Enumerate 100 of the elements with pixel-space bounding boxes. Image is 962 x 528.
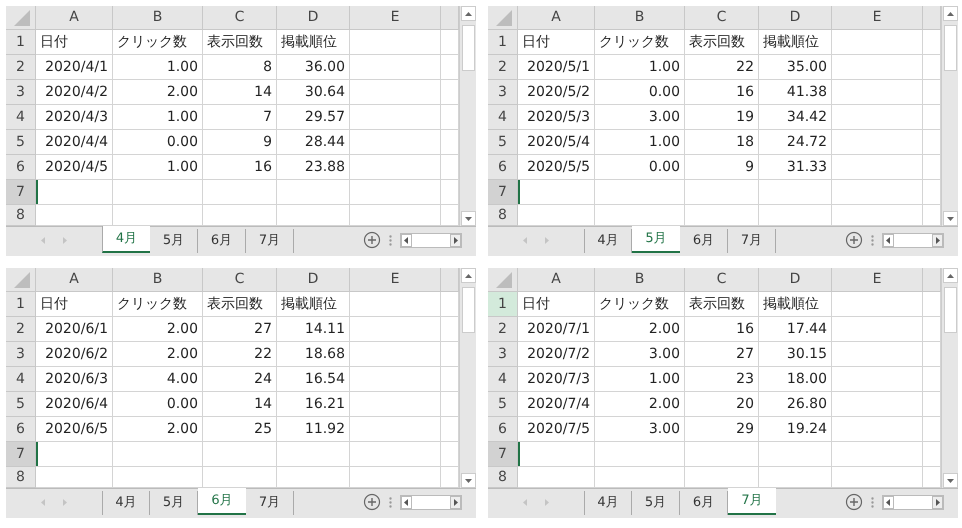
column-header[interactable]: E xyxy=(350,6,441,30)
scroll-left-button[interactable] xyxy=(883,496,894,508)
column-header[interactable]: D xyxy=(277,268,350,292)
scroll-down-button[interactable] xyxy=(460,473,476,488)
column-header[interactable]: C xyxy=(203,6,277,30)
row-header[interactable]: 4 xyxy=(6,367,36,392)
row-header[interactable]: 5 xyxy=(6,130,36,155)
column-header[interactable]: A xyxy=(36,6,113,30)
row-header[interactable]: 7 xyxy=(488,442,518,467)
horizontal-scrollbar[interactable] xyxy=(400,232,462,248)
column-header[interactable]: D xyxy=(277,6,350,30)
row-header[interactable]: 6 xyxy=(6,417,36,442)
splitter-handle-icon[interactable] xyxy=(871,496,874,508)
scroll-right-button[interactable] xyxy=(932,234,943,246)
row-header[interactable]: 3 xyxy=(6,80,36,105)
row-header[interactable]: 5 xyxy=(488,130,518,155)
scroll-left-button[interactable] xyxy=(401,496,412,508)
row-header[interactable]: 5 xyxy=(6,392,36,417)
row-header[interactable]: 5 xyxy=(488,392,518,417)
sheet-tab[interactable]: 7月 xyxy=(246,229,294,253)
column-header[interactable]: B xyxy=(595,6,685,30)
row-header[interactable]: 2 xyxy=(6,317,36,342)
horizontal-scrollbar[interactable] xyxy=(400,494,462,510)
splitter-handle-icon[interactable] xyxy=(871,234,874,246)
row-header[interactable]: 4 xyxy=(6,105,36,130)
sheet-tab[interactable]: 6月 xyxy=(680,229,728,253)
row-header[interactable]: 1 xyxy=(6,292,36,317)
add-sheet-icon[interactable] xyxy=(845,493,863,511)
sheet-tab[interactable]: 5月 xyxy=(632,226,680,253)
row-header[interactable]: 4 xyxy=(488,367,518,392)
column-header[interactable]: A xyxy=(36,268,113,292)
scroll-up-button[interactable] xyxy=(942,6,958,21)
table-cell: 41.38 xyxy=(759,80,832,105)
column-header[interactable]: E xyxy=(350,268,441,292)
sheet-tab[interactable]: 7月 xyxy=(246,491,294,515)
splitter-handle-icon[interactable] xyxy=(389,496,392,508)
row-header[interactable]: 8 xyxy=(6,205,36,226)
row-header[interactable]: 2 xyxy=(6,55,36,80)
scrollbar-thumb[interactable] xyxy=(462,25,474,71)
row-header[interactable]: 6 xyxy=(488,155,518,180)
row-header[interactable]: 2 xyxy=(488,317,518,342)
row-header[interactable]: 1 xyxy=(488,30,518,55)
scroll-right-button[interactable] xyxy=(450,496,461,508)
sheet-tab[interactable]: 4月 xyxy=(102,491,150,515)
row-header[interactable]: 7 xyxy=(6,442,36,467)
scroll-down-button[interactable] xyxy=(942,473,958,488)
scrollbar-thumb[interactable] xyxy=(944,25,956,71)
column-header[interactable]: A xyxy=(518,268,595,292)
column-header[interactable]: C xyxy=(203,268,277,292)
column-header[interactable]: B xyxy=(595,268,685,292)
row-header[interactable]: 8 xyxy=(488,467,518,488)
sheet-tab[interactable]: 5月 xyxy=(150,229,198,253)
row-header[interactable]: 3 xyxy=(6,342,36,367)
column-header[interactable]: E xyxy=(832,268,923,292)
scroll-right-button[interactable] xyxy=(450,234,461,246)
scroll-left-button[interactable] xyxy=(883,234,894,246)
column-header[interactable]: B xyxy=(113,6,203,30)
sheet-tab[interactable]: 7月 xyxy=(728,488,776,515)
add-sheet-icon[interactable] xyxy=(845,231,863,249)
add-sheet-icon[interactable] xyxy=(363,493,381,511)
scrollbar-thumb[interactable] xyxy=(462,287,474,333)
row-header[interactable]: 3 xyxy=(488,80,518,105)
sheet-tab[interactable]: 4月 xyxy=(102,226,150,253)
horizontal-scrollbar[interactable] xyxy=(882,494,944,510)
scroll-up-button[interactable] xyxy=(460,6,476,21)
column-header[interactable]: A xyxy=(518,6,595,30)
column-header[interactable]: D xyxy=(759,6,832,30)
scroll-left-button[interactable] xyxy=(401,234,412,246)
sheet-tab[interactable]: 5月 xyxy=(632,491,680,515)
row-header[interactable]: 1 xyxy=(488,292,518,317)
row-header[interactable]: 2 xyxy=(488,55,518,80)
scroll-down-button[interactable] xyxy=(460,211,476,226)
row-header[interactable]: 6 xyxy=(6,155,36,180)
scroll-right-button[interactable] xyxy=(932,496,943,508)
table-cell: 20 xyxy=(685,392,759,417)
scroll-up-button[interactable] xyxy=(460,268,476,283)
scrollbar-thumb[interactable] xyxy=(944,287,956,333)
sheet-tab[interactable]: 6月 xyxy=(198,229,246,253)
row-header[interactable]: 8 xyxy=(6,467,36,488)
horizontal-scrollbar[interactable] xyxy=(882,232,944,248)
sheet-tab[interactable]: 4月 xyxy=(584,491,632,515)
column-header[interactable]: E xyxy=(832,6,923,30)
splitter-handle-icon[interactable] xyxy=(389,234,392,246)
triangle-icon xyxy=(494,272,512,288)
row-header[interactable]: 3 xyxy=(488,342,518,367)
scroll-up-button[interactable] xyxy=(942,268,958,283)
column-header[interactable]: C xyxy=(685,268,759,292)
column-header[interactable]: D xyxy=(759,268,832,292)
row-header[interactable]: 7 xyxy=(488,180,518,205)
column-header[interactable]: C xyxy=(685,6,759,30)
column-header[interactable]: B xyxy=(113,268,203,292)
row-header[interactable]: 7 xyxy=(6,180,36,205)
row-header[interactable]: 6 xyxy=(488,417,518,442)
row-header[interactable]: 8 xyxy=(488,205,518,226)
scroll-down-button[interactable] xyxy=(942,211,958,226)
row-header[interactable]: 4 xyxy=(488,105,518,130)
add-sheet-icon[interactable] xyxy=(363,231,381,249)
row-header[interactable]: 1 xyxy=(6,30,36,55)
sheet-tab[interactable]: 7月 xyxy=(728,229,776,253)
sheet-tab[interactable]: 6月 xyxy=(198,488,246,515)
